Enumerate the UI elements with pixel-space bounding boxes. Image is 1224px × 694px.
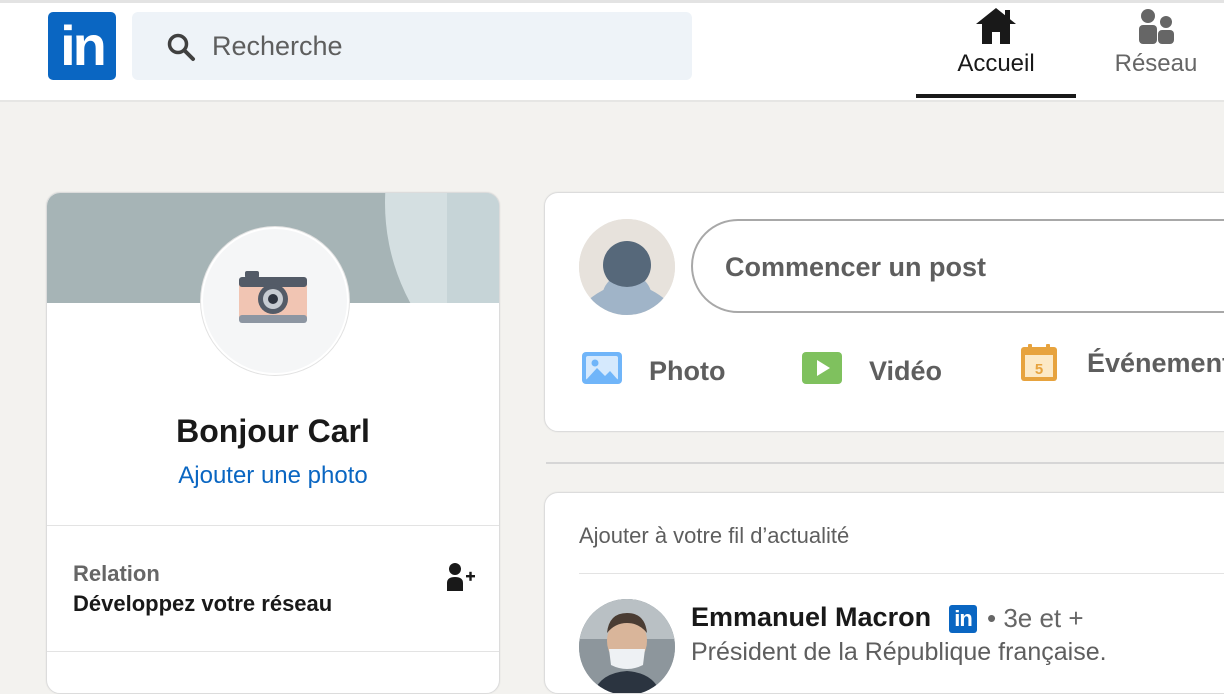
camera-icon: [239, 271, 307, 323]
profile-divider: [47, 525, 499, 526]
home-icon: [976, 8, 1016, 44]
profile-avatar[interactable]: [201, 227, 349, 375]
people-icon: [1139, 9, 1174, 44]
photo-action-button[interactable]: Photo: [581, 349, 725, 389]
video-action-label: Vidéo: [869, 356, 943, 386]
add-to-feed-title: Ajouter à votre fil d’actualité: [579, 523, 850, 548]
linkedin-logo[interactable]: in: [48, 12, 116, 80]
search-placeholder: Recherche: [212, 31, 343, 61]
top-navigation-bar: in Recherche Accueil Réseau: [0, 0, 1224, 102]
photo-icon: [582, 352, 622, 384]
feed-divider: [579, 573, 1224, 574]
suggestion-avatar[interactable]: [579, 599, 675, 693]
suggestion-degree: • 3e et +: [987, 603, 1084, 633]
video-action-button[interactable]: Vidéo: [801, 349, 942, 389]
nav-item-home[interactable]: Accueil: [916, 6, 1076, 98]
person-photo-icon: [579, 599, 675, 693]
post-composer-card: Commencer un post Photo Vidéo 5 Événemen…: [544, 192, 1224, 432]
relation-title: Relation: [73, 561, 160, 586]
profile-divider-bottom: [47, 651, 499, 652]
nav-item-network[interactable]: Réseau: [1096, 6, 1216, 98]
search-input[interactable]: Recherche: [132, 12, 692, 80]
event-action-label: Événement: [1087, 348, 1224, 378]
suggestion-headline: Président de la République française.: [691, 638, 1107, 666]
suggestion-name[interactable]: Emmanuel Macron: [691, 601, 931, 633]
start-post-input[interactable]: Commencer un post: [691, 219, 1224, 313]
user-avatar[interactable]: [579, 219, 675, 315]
profile-greeting: Bonjour Carl: [176, 413, 370, 449]
nav-label-home: Accueil: [957, 50, 1035, 77]
profile-card: Bonjour Carl Ajouter une photo Relation …: [46, 192, 500, 694]
nav-label-network: Réseau: [1114, 50, 1198, 77]
photo-action-label: Photo: [649, 356, 726, 386]
calendar-icon: 5: [1021, 344, 1057, 381]
default-avatar-icon: [579, 219, 675, 315]
search-icon: [167, 33, 195, 61]
linkedin-badge-icon: in: [949, 605, 977, 633]
svg-text:5: 5: [1035, 361, 1043, 378]
feed-sort-divider: [546, 462, 1224, 464]
video-icon: [802, 352, 842, 384]
add-person-icon[interactable]: [445, 561, 475, 593]
add-photo-link[interactable]: Ajouter une photo: [47, 461, 499, 491]
start-post-placeholder: Commencer un post: [725, 252, 987, 282]
relation-subtitle[interactable]: Développez votre réseau: [73, 591, 332, 617]
